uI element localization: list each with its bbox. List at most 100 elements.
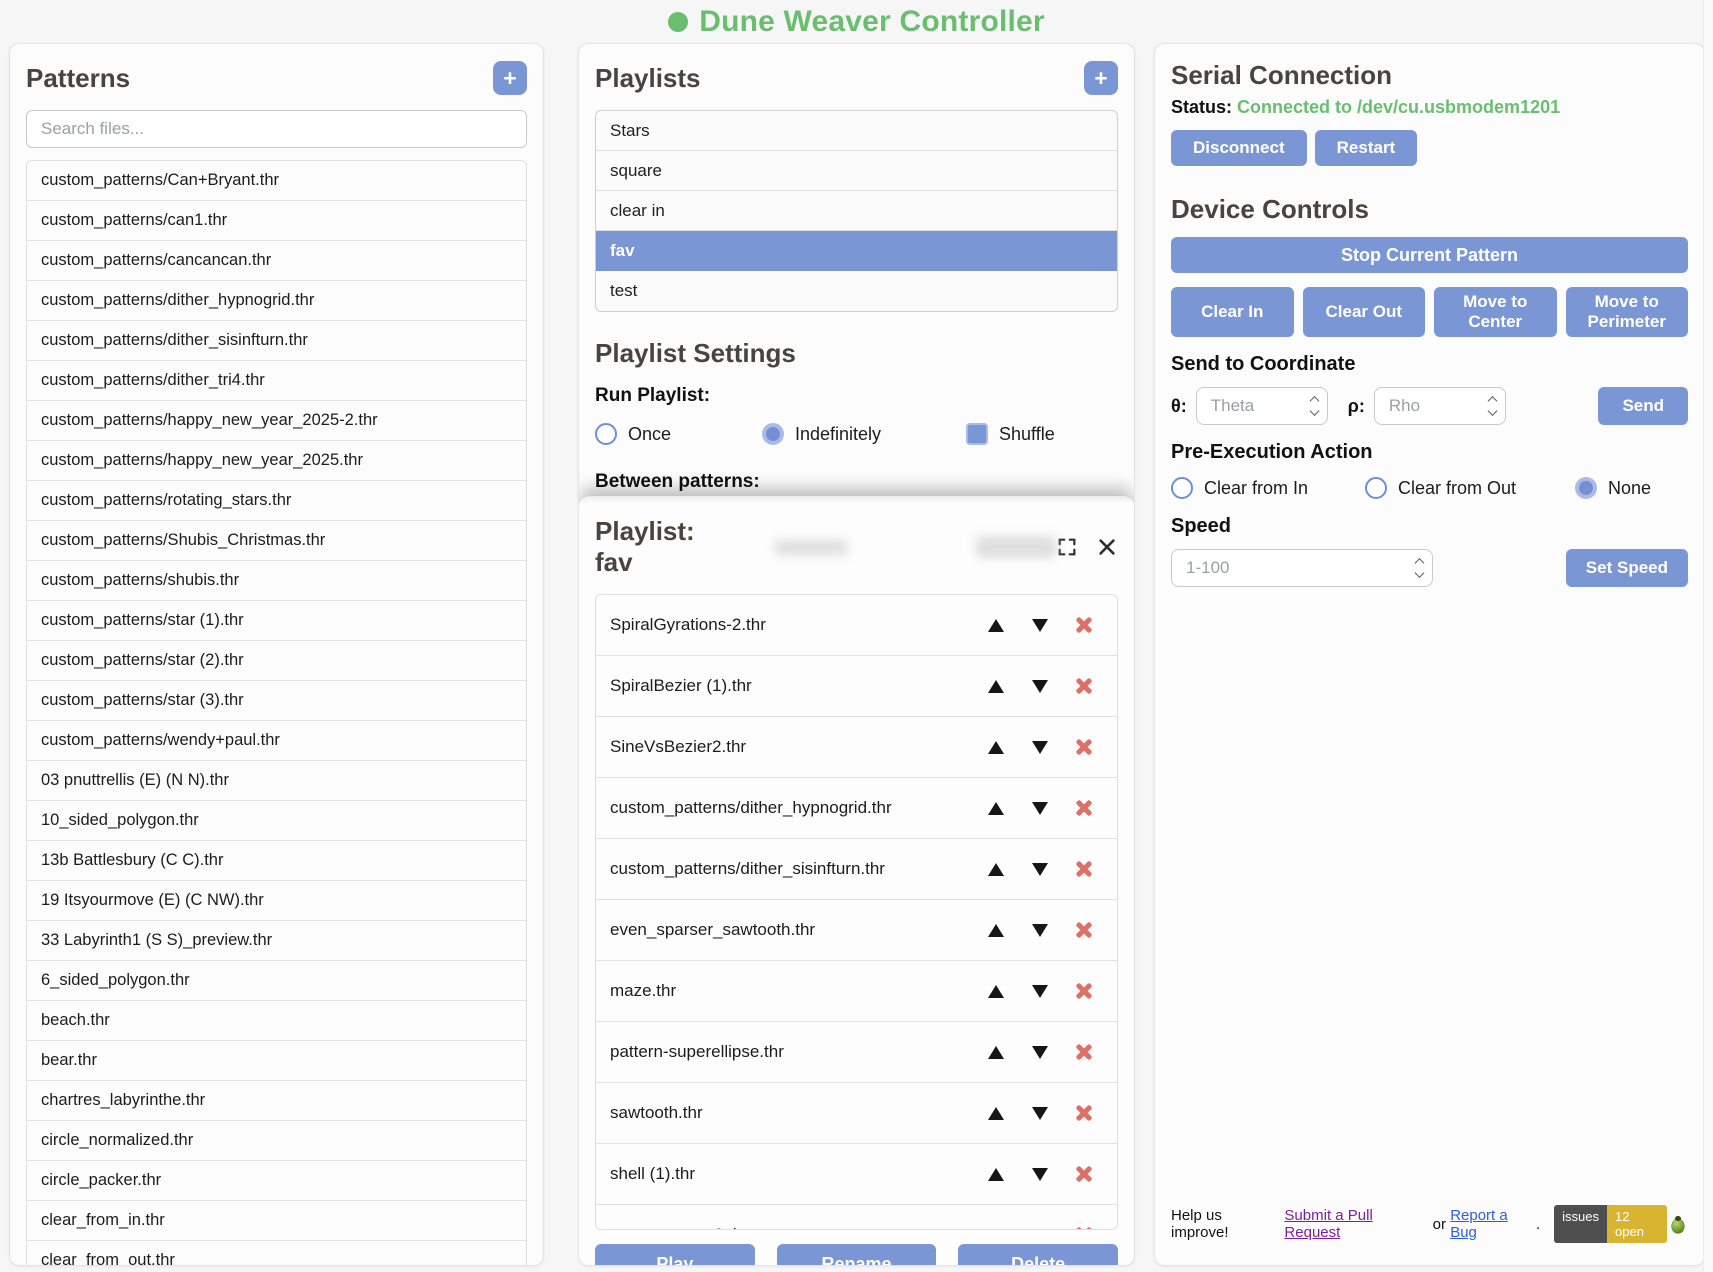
playlist-pattern-row[interactable]: SpiralGyrations-2.thr (596, 595, 1117, 656)
pattern-file-item[interactable]: custom_patterns/can1.thr (27, 201, 526, 241)
remove-pattern-button[interactable] (1069, 1037, 1099, 1067)
search-input[interactable] (26, 110, 527, 148)
pattern-file-item[interactable]: bear.thr (27, 1041, 526, 1081)
playlist-pattern-row[interactable]: custom_patterns/dither_hypnogrid.thr (596, 778, 1117, 839)
remove-pattern-button[interactable] (1069, 976, 1099, 1006)
move-up-button[interactable] (981, 671, 1011, 701)
close-icon[interactable] (1096, 536, 1118, 558)
move-down-button[interactable] (1025, 1098, 1055, 1128)
remove-pattern-button[interactable] (1069, 1220, 1099, 1230)
playlist-pattern-row[interactable]: even_sparser_sawtooth.thr (596, 900, 1117, 961)
delete-button[interactable]: Delete (958, 1244, 1118, 1266)
playlist-item[interactable]: Stars (596, 111, 1117, 151)
fullscreen-icon[interactable] (1056, 536, 1078, 558)
move-up-button[interactable] (981, 1037, 1011, 1067)
pattern-file-item[interactable]: custom_patterns/dither_sisinfturn.thr (27, 321, 526, 361)
playlist-pattern-row[interactable]: square_erase2.thr (596, 1205, 1117, 1230)
disconnect-button[interactable]: Disconnect (1171, 130, 1307, 166)
pattern-file-item[interactable]: circle_packer.thr (27, 1161, 526, 1201)
number-stepper-icon[interactable] (1489, 398, 1496, 415)
set-speed-button[interactable]: Set Speed (1566, 549, 1688, 587)
move-up-button[interactable] (981, 976, 1011, 1006)
move-to-center-button[interactable]: Move to Center (1434, 287, 1557, 337)
move-down-button[interactable] (1025, 976, 1055, 1006)
move-to-perimeter-button[interactable]: Move to Perimeter (1566, 287, 1689, 337)
move-down-button[interactable] (1025, 915, 1055, 945)
move-down-button[interactable] (1025, 854, 1055, 884)
number-stepper-icon[interactable] (1311, 398, 1318, 415)
pattern-file-item[interactable]: custom_patterns/star (3).thr (27, 681, 526, 721)
pattern-file-item[interactable]: custom_patterns/Shubis_Christmas.thr (27, 521, 526, 561)
playlist-pattern-row[interactable]: maze.thr (596, 961, 1117, 1022)
move-down-button[interactable] (1025, 610, 1055, 640)
clear-out-button[interactable]: Clear Out (1303, 287, 1426, 337)
pattern-file-item[interactable]: 33 Labyrinth1 (S S)_preview.thr (27, 921, 526, 961)
pattern-file-item[interactable]: clear_from_out.thr (27, 1241, 526, 1266)
pattern-file-item[interactable]: 19 Itsyourmove (E) (C NW).thr (27, 881, 526, 921)
clear-from-out-radio[interactable]: Clear from Out (1365, 477, 1575, 499)
playlist-pattern-row[interactable]: SineVsBezier2.thr (596, 717, 1117, 778)
pattern-file-item[interactable]: custom_patterns/dither_tri4.thr (27, 361, 526, 401)
page-scrollbar[interactable] (1703, 0, 1713, 1272)
pattern-file-item[interactable]: custom_patterns/wendy+paul.thr (27, 721, 526, 761)
shuffle-checkbox[interactable]: Shuffle (966, 423, 1055, 445)
pattern-file-item[interactable]: beach.thr (27, 1001, 526, 1041)
move-up-button[interactable] (981, 915, 1011, 945)
playlist-item[interactable]: square (596, 151, 1117, 191)
pattern-file-item[interactable]: custom_patterns/Can+Bryant.thr (27, 161, 526, 201)
pattern-file-item[interactable]: chartres_labyrinthe.thr (27, 1081, 526, 1121)
play-button[interactable]: Play (595, 1244, 755, 1266)
playlist-item[interactable]: fav (596, 231, 1117, 271)
run-once-radio[interactable]: Once (595, 423, 762, 445)
remove-pattern-button[interactable] (1069, 1098, 1099, 1128)
clear-in-button[interactable]: Clear In (1171, 287, 1294, 337)
run-indefinitely-radio[interactable]: Indefinitely (762, 423, 966, 445)
report-bug-link[interactable]: Report a Bug (1450, 1207, 1536, 1241)
playlist-pattern-row[interactable]: shell (1).thr (596, 1144, 1117, 1205)
rename-button[interactable]: Rename (777, 1244, 937, 1266)
add-pattern-button[interactable]: + (493, 61, 527, 95)
playlist-pattern-row[interactable]: pattern-superellipse.thr (596, 1022, 1117, 1083)
move-up-button[interactable] (981, 610, 1011, 640)
pattern-file-item[interactable]: 13b Battlesbury (C C).thr (27, 841, 526, 881)
pattern-file-item[interactable]: custom_patterns/star (2).thr (27, 641, 526, 681)
speed-input[interactable] (1171, 549, 1433, 587)
pattern-file-item[interactable]: custom_patterns/cancancan.thr (27, 241, 526, 281)
pattern-file-item[interactable]: custom_patterns/happy_new_year_2025-2.th… (27, 401, 526, 441)
playlist-item[interactable]: test (596, 271, 1117, 311)
stop-current-pattern-button[interactable]: Stop Current Pattern (1171, 237, 1688, 273)
restart-button[interactable]: Restart (1315, 130, 1418, 166)
move-up-button[interactable] (981, 854, 1011, 884)
pattern-file-item[interactable]: 10_sided_polygon.thr (27, 801, 526, 841)
playlist-pattern-row[interactable]: SpiralBezier (1).thr (596, 656, 1117, 717)
pull-request-link[interactable]: Submit a Pull Request (1284, 1207, 1428, 1241)
rho-input[interactable] (1374, 387, 1506, 425)
move-up-button[interactable] (981, 1098, 1011, 1128)
move-up-button[interactable] (981, 732, 1011, 762)
move-down-button[interactable] (1025, 732, 1055, 762)
move-up-button[interactable] (981, 1220, 1011, 1230)
pattern-file-item[interactable]: custom_patterns/rotating_stars.thr (27, 481, 526, 521)
none-radio[interactable]: None (1575, 477, 1651, 499)
pattern-file-item[interactable]: 6_sided_polygon.thr (27, 961, 526, 1001)
pattern-file-item[interactable]: custom_patterns/happy_new_year_2025.thr (27, 441, 526, 481)
move-down-button[interactable] (1025, 1220, 1055, 1230)
move-up-button[interactable] (981, 1159, 1011, 1189)
pattern-file-item[interactable]: custom_patterns/star (1).thr (27, 601, 526, 641)
pattern-file-item[interactable]: circle_normalized.thr (27, 1121, 526, 1161)
pattern-file-item[interactable]: custom_patterns/shubis.thr (27, 561, 526, 601)
remove-pattern-button[interactable] (1069, 915, 1099, 945)
move-down-button[interactable] (1025, 671, 1055, 701)
issues-badge[interactable]: issues 12 open (1554, 1205, 1666, 1243)
theta-input[interactable] (1196, 387, 1328, 425)
playlist-item[interactable]: clear in (596, 191, 1117, 231)
send-button[interactable]: Send (1598, 387, 1688, 425)
pattern-file-item[interactable]: 03 pnuttrellis (E) (N N).thr (27, 761, 526, 801)
playlist-pattern-row[interactable]: sawtooth.thr (596, 1083, 1117, 1144)
remove-pattern-button[interactable] (1069, 610, 1099, 640)
remove-pattern-button[interactable] (1069, 671, 1099, 701)
pattern-file-item[interactable]: clear_from_in.thr (27, 1201, 526, 1241)
remove-pattern-button[interactable] (1069, 793, 1099, 823)
remove-pattern-button[interactable] (1069, 854, 1099, 884)
move-down-button[interactable] (1025, 1037, 1055, 1067)
